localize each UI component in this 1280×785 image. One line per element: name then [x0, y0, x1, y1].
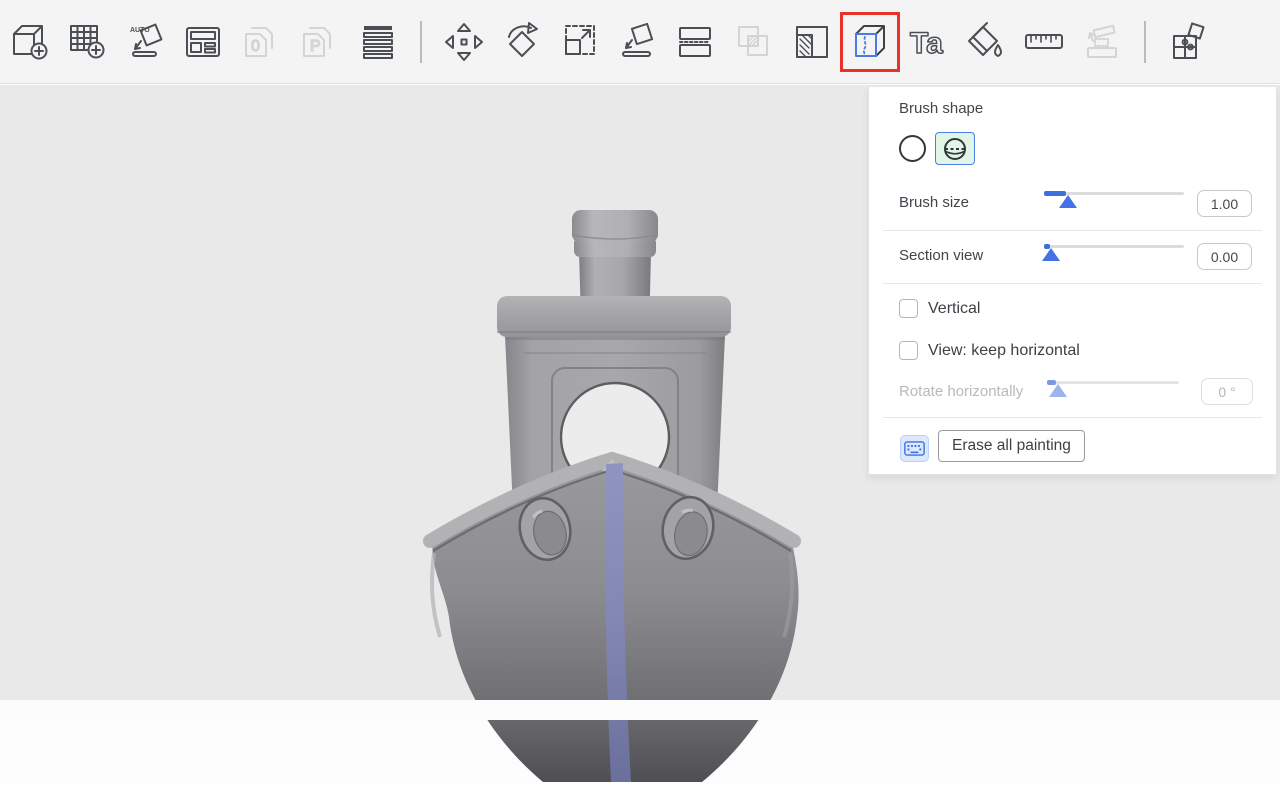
divider	[883, 283, 1262, 284]
brush-size-label: Brush size	[899, 194, 969, 211]
move-icon	[442, 20, 486, 64]
benchy-model[interactable]	[400, 203, 840, 785]
rotate-horizontally-input[interactable]	[1201, 378, 1253, 405]
split-to-objects-button[interactable]: 0	[240, 20, 284, 64]
measure-button[interactable]	[1022, 20, 1066, 64]
support-painting-button[interactable]	[790, 20, 834, 64]
add-object-icon	[8, 20, 52, 64]
text-tool-icon: Ta	[906, 20, 950, 64]
view-keep-horizontal-checkbox[interactable]	[899, 341, 918, 360]
view-keep-horizontal-label: View: keep horizontal	[928, 342, 1080, 360]
cut-button[interactable]	[674, 20, 718, 64]
sphere-brush-icon	[943, 137, 967, 161]
brush-size-slider[interactable]	[1044, 183, 1184, 205]
add-object-button[interactable]	[8, 20, 52, 64]
erase-all-painting-button[interactable]: Erase all painting	[938, 430, 1085, 462]
keyboard-icon	[904, 440, 925, 457]
brush-size-input[interactable]	[1197, 190, 1252, 217]
slider-thumb[interactable]	[1042, 248, 1060, 261]
toolbar-separator	[420, 21, 422, 63]
mesh-boolean-button[interactable]	[732, 20, 776, 64]
svg-text:P: P	[310, 38, 321, 55]
rotate-horizontally-label: Rotate horizontally	[899, 383, 1023, 400]
seam-painting-icon	[848, 20, 892, 64]
shortcut-keyboard-button[interactable]	[900, 435, 929, 462]
split-to-objects-icon: 0	[240, 20, 284, 64]
measure-icon	[1022, 20, 1066, 64]
section-view-input[interactable]	[1197, 243, 1252, 270]
assemble-icon	[1166, 20, 1210, 64]
seam-painting-panel: Brush shape Brush size Section view Vert…	[868, 87, 1277, 475]
vertical-label: Vertical	[928, 300, 980, 318]
split-to-parts-button[interactable]: P	[298, 20, 342, 64]
cut-icon	[674, 20, 718, 64]
assembly-button[interactable]	[1080, 20, 1124, 64]
main-toolbar: AUTO 0 P	[0, 0, 1280, 84]
assemble-button[interactable]	[1166, 20, 1210, 64]
seam-painting-button[interactable]	[848, 20, 892, 64]
svg-text:Ta: Ta	[910, 27, 943, 60]
section-view-label: Section view	[899, 247, 983, 264]
split-to-parts-icon: P	[298, 20, 342, 64]
support-painting-icon	[790, 20, 834, 64]
color-painting-button[interactable]	[964, 20, 1008, 64]
brush-shape-circle-option[interactable]	[899, 135, 926, 162]
move-button[interactable]	[442, 20, 486, 64]
assembly-icon	[1080, 20, 1124, 64]
mesh-boolean-icon	[732, 20, 776, 64]
rotate-icon	[500, 20, 544, 64]
slider-thumb[interactable]	[1059, 195, 1077, 208]
slider-track[interactable]	[1044, 245, 1184, 248]
section-view-slider[interactable]	[1044, 236, 1184, 258]
add-plate-icon	[66, 20, 110, 64]
vertical-checkbox[interactable]	[899, 299, 918, 318]
divider	[883, 417, 1262, 418]
color-painting-icon	[964, 20, 1008, 64]
add-plate-button[interactable]	[66, 20, 110, 64]
arrange-icon	[182, 20, 226, 64]
brush-shape-label: Brush shape	[899, 100, 983, 117]
benchy-roof	[497, 296, 731, 337]
rotate-horizontally-slider[interactable]	[1047, 372, 1179, 394]
divider	[883, 230, 1262, 231]
brush-shape-sphere-option[interactable]	[935, 132, 975, 165]
svg-text:0: 0	[251, 38, 260, 55]
arrange-button[interactable]	[182, 20, 226, 64]
variable-layer-height-button[interactable]	[356, 20, 400, 64]
auto-orient-button[interactable]: AUTO	[124, 20, 168, 64]
lay-on-face-button[interactable]	[616, 20, 660, 64]
lay-on-face-icon	[616, 20, 660, 64]
toolbar-separator	[1144, 21, 1146, 63]
scale-button[interactable]	[558, 20, 602, 64]
viewport-bottom-strip	[0, 700, 1280, 720]
auto-orient-icon: AUTO	[124, 20, 168, 64]
rotate-button[interactable]	[500, 20, 544, 64]
scale-icon	[558, 20, 602, 64]
text-tool-button[interactable]: Ta	[906, 20, 950, 64]
slider-thumb[interactable]	[1049, 384, 1067, 397]
variable-layer-height-icon	[356, 20, 400, 64]
